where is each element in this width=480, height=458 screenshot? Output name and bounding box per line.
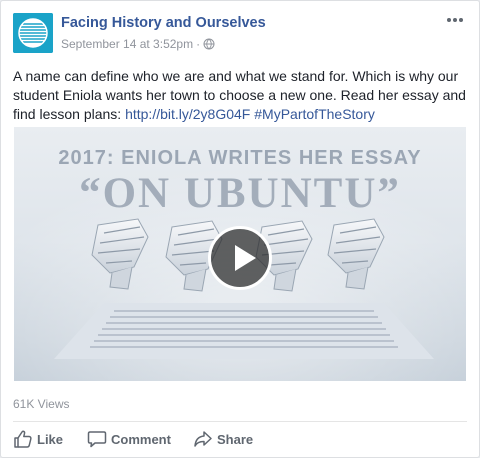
share-icon (194, 431, 212, 447)
video-title: “ON UBUNTU” (79, 170, 401, 217)
play-icon[interactable] (208, 226, 272, 290)
share-label: Share (217, 432, 254, 447)
post-card: Facing History and Ourselves September 1… (0, 0, 480, 458)
post-header: Facing History and Ourselves September 1… (13, 13, 467, 57)
share-button[interactable]: Share (193, 427, 273, 451)
like-icon (14, 430, 32, 448)
post-link[interactable]: http://bit.ly/2y8G04F (125, 106, 250, 122)
comment-icon (87, 431, 107, 448)
video-player[interactable]: 2017: ENIOLA WRITES HER ESSAY “ON UBUNTU… (14, 127, 466, 381)
logo-icon (13, 13, 53, 53)
more-options-button[interactable] (443, 13, 467, 31)
like-label: Like (37, 432, 64, 447)
globe-icon (203, 38, 215, 50)
like-button[interactable]: Like (13, 427, 69, 451)
comment-button[interactable]: Comment (87, 427, 187, 451)
page-avatar[interactable] (13, 13, 53, 53)
post-timestamp[interactable]: September 14 at 3:52pm (61, 37, 193, 51)
post-hashtag[interactable]: #MyPartofTheStory (254, 106, 375, 122)
view-count[interactable]: 61K Views (13, 397, 69, 411)
comment-label: Comment (111, 432, 171, 447)
post-meta: September 14 at 3:52pm · (61, 37, 215, 51)
post-text: A name can define who we are and what we… (13, 67, 469, 124)
page-name-link[interactable]: Facing History and Ourselves (61, 15, 266, 31)
more-options-icon (447, 18, 463, 22)
meta-separator: · (196, 37, 201, 51)
video-headline: 2017: ENIOLA WRITES HER ESSAY (58, 147, 422, 169)
divider (13, 421, 467, 422)
action-bar: Like Comment Share (13, 427, 467, 451)
